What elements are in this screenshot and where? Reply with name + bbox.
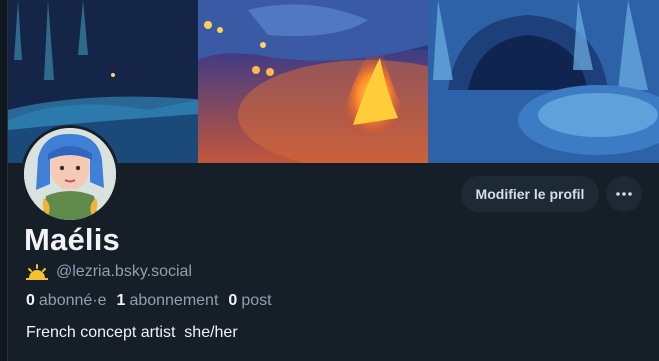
avatar-portrait	[24, 128, 116, 220]
posts-count: 0	[228, 292, 238, 309]
profile-stats: 0 abonné·e 1 abonnement 0 post	[26, 292, 272, 310]
following-stat[interactable]: 1 abonnement	[117, 292, 219, 310]
posts-stat: 0 post	[228, 292, 271, 310]
profile-banner[interactable]	[8, 0, 659, 163]
more-options-button[interactable]	[606, 176, 642, 212]
edit-profile-button[interactable]: Modifier le profil	[461, 176, 599, 212]
banner-illustration	[8, 0, 659, 163]
following-label: abonnement	[129, 292, 219, 309]
profile-bio: French concept artist she/her	[26, 324, 238, 341]
avatar[interactable]	[21, 125, 119, 223]
left-rail	[0, 0, 8, 361]
followers-label: abonné·e	[38, 292, 107, 309]
handle-row: @lezria.bsky.social	[26, 262, 192, 282]
display-name: Maélis	[24, 222, 120, 257]
following-count: 1	[116, 292, 126, 309]
followers-stat[interactable]: 0 abonné·e	[26, 292, 107, 310]
edit-profile-label: Modifier le profil	[475, 186, 585, 202]
ellipsis-icon	[616, 192, 632, 196]
followers-count: 0	[26, 292, 35, 309]
posts-label: post	[241, 292, 272, 309]
sun-behind-cloud-icon	[26, 264, 48, 280]
profile-handle[interactable]: @lezria.bsky.social	[56, 263, 192, 281]
